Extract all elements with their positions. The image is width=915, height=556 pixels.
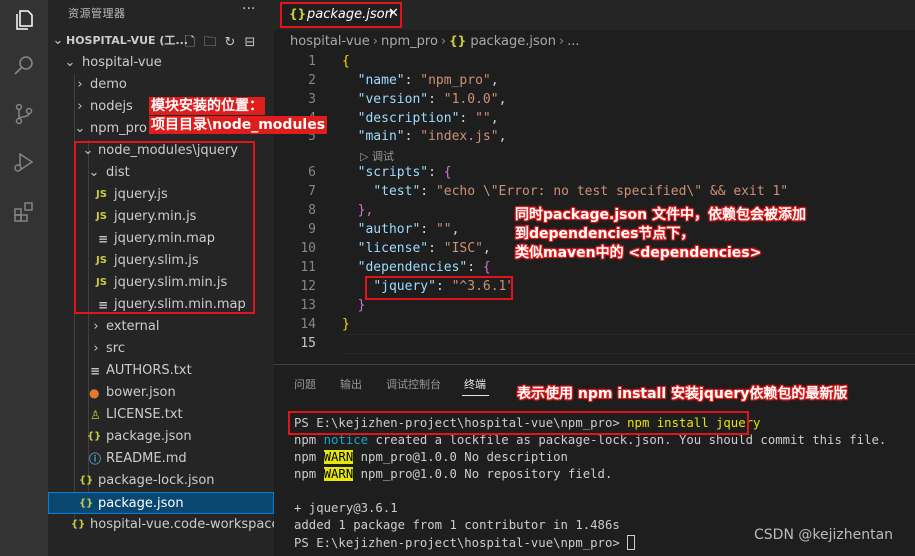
tab-debug-console[interactable]: 调试控制台 — [386, 376, 441, 392]
txt-file-icon: ≡ — [90, 364, 101, 378]
terminal-line: npm WARN npm_pro@1.0.0 No description — [294, 450, 568, 464]
refresh-icon[interactable]: ↻ — [220, 35, 240, 50]
terminal-cursor — [627, 535, 636, 550]
breadcrumb-item[interactable]: ... — [567, 34, 579, 49]
tree-item[interactable]: › demo — [48, 74, 274, 96]
code-line: "author": "", — [357, 222, 460, 237]
tab-output[interactable]: 输出 — [340, 376, 362, 392]
chevron-down-icon: ⌄ — [64, 55, 76, 70]
code-line: "name": "npm_pro", — [357, 73, 499, 88]
tree-item[interactable]: ⓘ README.md — [48, 448, 274, 470]
terminal-line: npm notice created a lockfile as package… — [294, 433, 887, 447]
activity-bar — [0, 0, 48, 556]
run-debug-icon[interactable] — [12, 150, 36, 174]
annotation-deps-2: 到dependencies节点下， — [515, 226, 695, 242]
tree-item[interactable]: {} package-lock.json — [48, 470, 274, 492]
chevron-down-icon: ⌄ — [52, 33, 64, 48]
json-file-icon: {} — [449, 34, 467, 48]
tree-item[interactable]: ♙ LICENSE.txt — [48, 404, 274, 426]
tree-item[interactable]: ⌄ hospital-vue — [48, 52, 274, 74]
terminal-line: npm WARN npm_pro@1.0.0 No repository fie… — [294, 467, 613, 481]
breadcrumb: hospital-vue › npm_pro ›{} package.json ›... — [290, 34, 580, 49]
json-file-icon: {} — [71, 519, 86, 530]
close-icon[interactable]: ✕ — [388, 6, 399, 21]
license-icon: ♙ — [90, 408, 101, 422]
code-line: "scripts": { — [357, 165, 452, 180]
json-file-icon: {} — [289, 7, 307, 21]
breadcrumb-item[interactable]: npm_pro — [381, 34, 438, 49]
collapse-all-icon[interactable]: ⊟ — [240, 35, 260, 50]
terminal-line: added 1 package from 1 contributor in 1.… — [294, 518, 620, 532]
annotation-module-location-2: 项目目录\node_modules — [149, 116, 328, 134]
source-control-icon[interactable] — [12, 102, 36, 126]
code-line: } — [357, 298, 366, 313]
bower-icon: ● — [89, 386, 100, 400]
chevron-right-icon: › — [77, 77, 83, 92]
highlight-jquery-folder — [74, 141, 255, 314]
more-actions-icon[interactable]: ··· — [242, 1, 255, 17]
extensions-icon[interactable] — [12, 200, 36, 224]
tab-package-json[interactable]: {} package.json ✕ — [280, 2, 402, 28]
explorer-icon[interactable] — [12, 8, 36, 32]
tree-item[interactable]: ● bower.json — [48, 382, 274, 404]
editor-tabbar: {} package.json ✕ — [274, 0, 915, 30]
code-line: }, — [357, 203, 374, 218]
tree-item[interactable]: ≡ AUTHORS.txt — [48, 360, 274, 382]
watermark: CSDN @kejizhentan — [754, 527, 894, 543]
tree-item[interactable]: › external — [48, 316, 274, 338]
code-editor[interactable]: 1 2 3 4 5 6 7 8 9 10 11 12 13 14 15 { "n… — [274, 52, 915, 357]
highlight-install-command — [288, 411, 749, 435]
code-line: } — [342, 317, 350, 332]
code-line: "license": "ISC", — [357, 241, 491, 256]
chevron-down-icon: ⌄ — [74, 121, 86, 136]
tree-item[interactable]: › src — [48, 338, 274, 360]
tab-terminal[interactable]: 终端 — [464, 376, 486, 392]
debug-codelens[interactable]: ▷ 调试 — [360, 148, 394, 164]
chevron-right-icon: › — [93, 319, 99, 334]
code-line: "version": "1.0.0", — [357, 92, 507, 107]
highlight-dependency — [365, 276, 513, 300]
code-line: "test": "echo \"Error: no test specified… — [373, 184, 789, 199]
chevron-right-icon: › — [77, 99, 83, 114]
workspace-name: HOSPITAL-VUE (工... — [66, 34, 188, 47]
code-line: "main": "index.js", — [357, 129, 507, 144]
json-file-icon: {} — [79, 475, 94, 486]
terminal-line: + jquery@3.6.1 — [294, 501, 398, 515]
annotation-install-note: 表示使用 npm install 安装jquery依赖包的最新版 — [517, 386, 848, 402]
annotation-deps-1: 同时package.json 文件中，依赖包会被添加 — [515, 207, 806, 223]
code-line: { — [342, 54, 350, 69]
annotation-deps-3: 类似maven中的 <dependencies> — [515, 245, 762, 261]
tab-problems[interactable]: 问题 — [294, 376, 316, 392]
annotation-module-location-1: 模块安装的位置： — [149, 97, 265, 115]
explorer-title: 资源管理器 — [68, 7, 126, 20]
code-line: "dependencies": { — [357, 260, 491, 275]
tree-item-selected[interactable]: {} package.json — [48, 492, 274, 514]
json-file-icon: {} — [79, 498, 94, 509]
search-icon[interactable] — [12, 54, 36, 78]
tree-item[interactable]: {} package.json — [48, 426, 274, 448]
tree-item[interactable]: {} hospital-vue.code-workspace — [48, 514, 274, 536]
breadcrumb-item[interactable]: package.json — [470, 34, 556, 49]
terminal-prompt[interactable]: PS E:\kejizhen-project\hospital-vue\npm_… — [294, 535, 636, 550]
info-icon: ⓘ — [89, 452, 102, 466]
breadcrumb-item[interactable]: hospital-vue — [290, 34, 370, 49]
json-file-icon: {} — [87, 431, 102, 442]
code-line: "description": "", — [357, 111, 499, 126]
chevron-right-icon: › — [93, 341, 99, 356]
